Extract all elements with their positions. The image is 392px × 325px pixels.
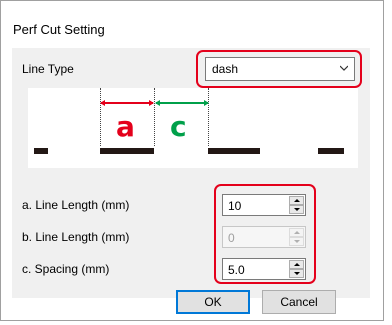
preview-segment (34, 148, 48, 154)
preview-segment (208, 148, 260, 154)
line-preview: a c (28, 88, 358, 168)
dialog-title: Perf Cut Setting (13, 22, 105, 37)
ok-button[interactable]: OK (176, 290, 250, 314)
field-label-b: b. Line Length (mm) (22, 230, 130, 244)
line-type-label: Line Type (22, 62, 74, 76)
preview-segment (100, 148, 154, 154)
guide-line (100, 88, 101, 146)
spacing-c-label: c (170, 110, 187, 143)
segment-a-label: a (116, 110, 135, 143)
fields-highlight (214, 184, 316, 284)
guide-line (154, 88, 155, 146)
guide-line (208, 88, 209, 146)
line-type-highlight (196, 50, 362, 88)
field-label-c: c. Spacing (mm) (22, 262, 110, 276)
preview-segment (318, 148, 344, 154)
field-label-a: a. Line Length (mm) (22, 198, 130, 212)
cancel-button[interactable]: Cancel (262, 290, 336, 314)
dimension-arrows (100, 100, 209, 106)
